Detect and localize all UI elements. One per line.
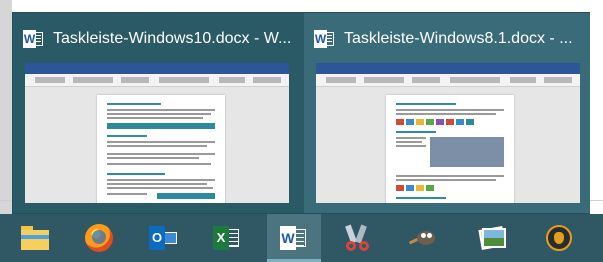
media-icon — [546, 225, 572, 251]
taskbar-outlook[interactable]: O — [136, 214, 190, 262]
thumbnail-title-bar: W Taskleiste-Windows8.1.docx - ... — [314, 27, 584, 51]
taskbar-photos[interactable] — [466, 214, 520, 262]
gimp-icon — [408, 225, 441, 251]
desktop-window-edge — [0, 0, 12, 214]
taskbar: O X W — [0, 214, 603, 262]
taskbar-word[interactable]: W — [267, 214, 321, 262]
taskbar-thumbnail-popup: W Taskleiste-Windows10.docx - W... W Tas… — [12, 12, 590, 214]
word-icon: W — [23, 29, 43, 49]
document-page — [97, 95, 225, 203]
taskbar-firefox[interactable] — [72, 214, 126, 262]
word-ribbon-header — [25, 63, 289, 74]
word-icon: W — [280, 226, 308, 250]
document-preview — [25, 63, 289, 203]
taskbar-media-player[interactable] — [532, 214, 586, 262]
thumbnail-title: Taskleiste-Windows10.docx - W... — [53, 30, 292, 47]
folder-icon — [21, 226, 49, 250]
document-preview — [316, 63, 580, 203]
excel-icon: X — [213, 226, 241, 250]
scissors-icon — [344, 223, 374, 253]
photos-icon — [478, 224, 508, 252]
word-ribbon-header — [316, 63, 580, 74]
word-ribbon-toolbar — [316, 74, 580, 87]
thumbnail-taskleiste-windows10[interactable]: W Taskleiste-Windows10.docx - W... — [13, 13, 301, 213]
taskbar-excel[interactable]: X — [200, 214, 254, 262]
word-icon: W — [314, 29, 334, 49]
taskbar-gimp[interactable] — [398, 214, 452, 262]
document-page — [386, 95, 514, 203]
taskbar-snipping-tool[interactable] — [332, 214, 386, 262]
word-ribbon-toolbar — [25, 74, 289, 87]
thumbnail-title-bar: W Taskleiste-Windows10.docx - W... — [23, 27, 295, 51]
taskbar-file-explorer[interactable] — [8, 214, 62, 262]
firefox-icon — [85, 224, 113, 252]
thumbnail-title: Taskleiste-Windows8.1.docx - ... — [344, 30, 573, 47]
outlook-icon: O — [149, 226, 177, 250]
thumbnail-taskleiste-windows8-1[interactable]: W Taskleiste-Windows8.1.docx - ... — [304, 13, 590, 213]
